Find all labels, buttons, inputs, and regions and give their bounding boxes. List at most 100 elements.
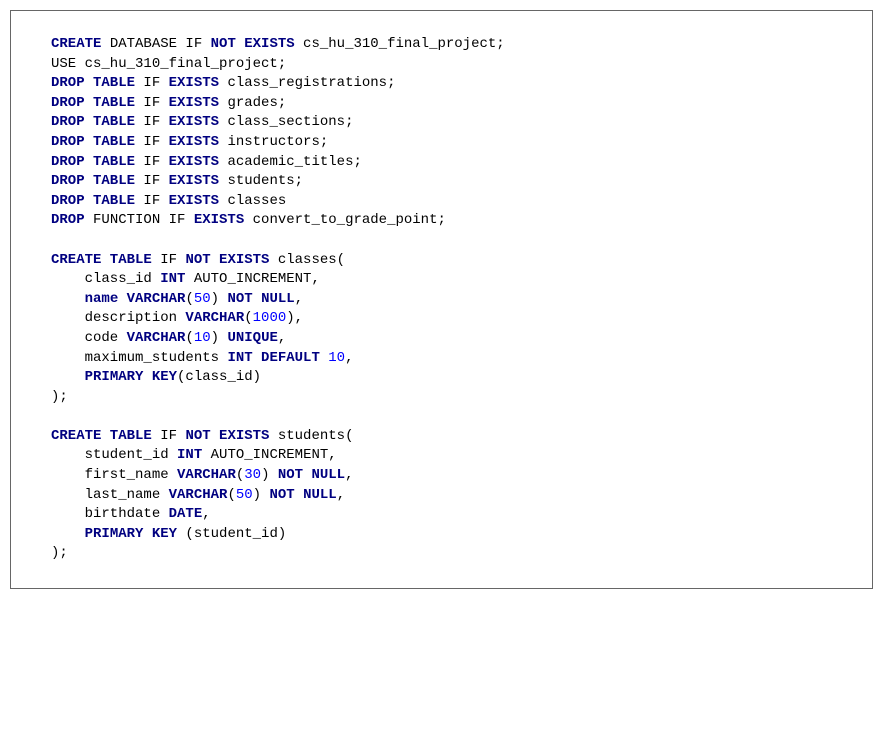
sql-keyword: NOT EXISTS [211, 36, 295, 52]
sql-text: ( [185, 291, 193, 307]
sql-keyword: name VARCHAR [85, 291, 186, 307]
sql-text: ); [51, 389, 68, 405]
sql-keyword: INT [160, 271, 185, 287]
sql-keyword: PRIMARY KEY [85, 526, 177, 542]
code-line: ); [51, 388, 832, 408]
code-line: code VARCHAR(10) UNIQUE, [51, 329, 832, 349]
sql-keyword: EXISTS [169, 193, 219, 209]
sql-keyword: VARCHAR [177, 467, 236, 483]
sql-keyword: PRIMARY KEY [85, 369, 177, 385]
code-line: DROP FUNCTION IF EXISTS convert_to_grade… [51, 211, 832, 231]
code-line: CREATE TABLE IF NOT EXISTS classes( [51, 251, 832, 271]
code-line: DROP TABLE IF EXISTS students; [51, 172, 832, 192]
code-line [51, 407, 832, 427]
sql-keyword: DROP TABLE [51, 154, 135, 170]
sql-text: classes [219, 193, 286, 209]
code-line: maximum_students INT DEFAULT 10, [51, 349, 832, 369]
sql-keyword: CREATE TABLE [51, 428, 152, 444]
sql-text: birthdate [51, 506, 169, 522]
sql-text: code [51, 330, 127, 346]
code-line: PRIMARY KEY(class_id) [51, 368, 832, 388]
sql-text: ( [227, 487, 235, 503]
sql-text: description [51, 310, 185, 326]
sql-text: IF [135, 95, 169, 111]
sql-text: students( [269, 428, 353, 444]
sql-text: (class_id) [177, 369, 261, 385]
code-line: description VARCHAR(1000), [51, 309, 832, 329]
sql-text: IF [135, 114, 169, 130]
sql-text: students; [219, 173, 303, 189]
code-line: last_name VARCHAR(50) NOT NULL, [51, 486, 832, 506]
sql-keyword: DROP TABLE [51, 114, 135, 130]
sql-keyword: DROP TABLE [51, 193, 135, 209]
sql-text: IF [135, 173, 169, 189]
code-line: DROP TABLE IF EXISTS academic_titles; [51, 153, 832, 173]
code-line: student_id INT AUTO_INCREMENT, [51, 446, 832, 466]
sql-keyword: INT DEFAULT [227, 350, 319, 366]
sql-number: 50 [236, 487, 253, 503]
sql-number: 10 [194, 330, 211, 346]
sql-text [51, 291, 85, 307]
sql-text: IF [135, 134, 169, 150]
code-line: DROP TABLE IF EXISTS class_registrations… [51, 74, 832, 94]
sql-keyword: DATE [169, 506, 203, 522]
sql-text: AUTO_INCREMENT, [202, 447, 336, 463]
sql-text: IF [152, 252, 186, 268]
sql-text: maximum_students [51, 350, 227, 366]
sql-keyword: DROP TABLE [51, 75, 135, 91]
sql-text: (student_id) [177, 526, 286, 542]
sql-keyword: INT [177, 447, 202, 463]
sql-keyword: CREATE [51, 36, 101, 52]
sql-text: classes( [269, 252, 345, 268]
sql-text: academic_titles; [219, 154, 362, 170]
sql-text: , [295, 291, 303, 307]
code-line: ); [51, 544, 832, 564]
sql-code-block: CREATE DATABASE IF NOT EXISTS cs_hu_310_… [10, 10, 873, 589]
sql-text: ) [211, 330, 228, 346]
sql-text: AUTO_INCREMENT, [185, 271, 319, 287]
sql-keyword: EXISTS [169, 134, 219, 150]
sql-keyword: NOT NULL [278, 467, 345, 483]
sql-text: cs_hu_310_final_project; [295, 36, 505, 52]
code-line: PRIMARY KEY (student_id) [51, 525, 832, 545]
sql-number: 30 [244, 467, 261, 483]
sql-text: IF [135, 193, 169, 209]
code-line: CREATE DATABASE IF NOT EXISTS cs_hu_310_… [51, 35, 832, 55]
code-line: DROP TABLE IF EXISTS class_sections; [51, 113, 832, 133]
sql-keyword: EXISTS [169, 95, 219, 111]
sql-text [51, 526, 85, 542]
sql-number: 10 [328, 350, 345, 366]
sql-text: last_name [51, 487, 169, 503]
sql-keyword: DROP TABLE [51, 95, 135, 111]
sql-text: , [202, 506, 210, 522]
code-line: USE cs_hu_310_final_project; [51, 55, 832, 75]
sql-keyword: VARCHAR [127, 330, 186, 346]
sql-text [320, 350, 328, 366]
sql-keyword: VARCHAR [169, 487, 228, 503]
sql-text: grades; [219, 95, 286, 111]
sql-keyword: EXISTS [169, 75, 219, 91]
sql-text: ( [244, 310, 252, 326]
sql-text: USE cs_hu_310_final_project; [51, 56, 286, 72]
sql-keyword: VARCHAR [185, 310, 244, 326]
sql-text: IF [152, 428, 186, 444]
sql-text: FUNCTION IF [85, 212, 194, 228]
sql-number: 1000 [253, 310, 287, 326]
sql-keyword: EXISTS [169, 173, 219, 189]
sql-keyword: EXISTS [169, 114, 219, 130]
sql-text: ) [261, 467, 278, 483]
sql-text: ( [236, 467, 244, 483]
code-line: DROP TABLE IF EXISTS classes [51, 192, 832, 212]
sql-keyword: EXISTS [194, 212, 244, 228]
sql-text: first_name [51, 467, 177, 483]
sql-keyword: UNIQUE [227, 330, 277, 346]
sql-keyword: DROP [51, 212, 85, 228]
sql-text: IF [135, 154, 169, 170]
sql-text: ); [51, 545, 68, 561]
sql-text: ) [253, 487, 270, 503]
sql-text: ) [211, 291, 228, 307]
sql-keyword: NOT EXISTS [185, 252, 269, 268]
sql-keyword: NOT NULL [269, 487, 336, 503]
sql-keyword: NOT EXISTS [185, 428, 269, 444]
code-line: DROP TABLE IF EXISTS instructors; [51, 133, 832, 153]
